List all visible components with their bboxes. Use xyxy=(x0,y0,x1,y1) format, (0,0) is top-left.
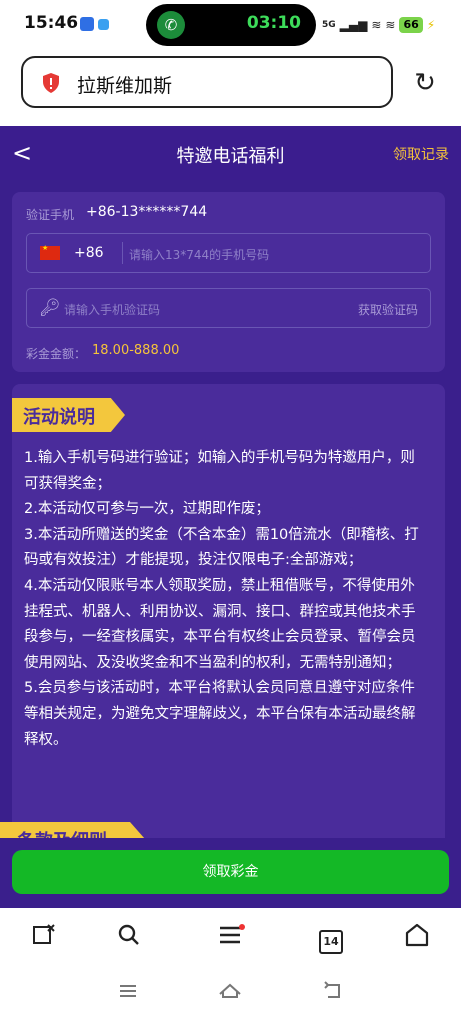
page-title: 特邀电话福利 xyxy=(176,146,285,167)
address-bar[interactable]: 拉斯维加斯 xyxy=(21,56,393,108)
activity-heading: 活动说明 xyxy=(23,407,95,428)
recent-apps-icon[interactable] xyxy=(113,980,143,1010)
phone-placeholder: 请输入13*744的手机号码 xyxy=(129,248,270,262)
app-notification-icon xyxy=(80,17,94,31)
tabs-button[interactable]: 14 xyxy=(314,922,348,956)
web-page: < 特邀电话福利 领取记录 验证手机 +86-13******744 +86 请… xyxy=(0,126,461,908)
activity-ribbon: 活动说明 xyxy=(12,398,125,432)
call-timer: 03:10 xyxy=(246,13,301,33)
reload-icon[interactable]: ↻ xyxy=(410,68,440,98)
rule-item: 3.本活动所赠送的奖金（不含本金）需10倍流水（即稽核、打码或有效投注）才能提现… xyxy=(24,526,419,569)
china-flag-icon xyxy=(40,244,60,260)
back-nav-icon[interactable] xyxy=(318,980,348,1010)
key-icon: 🔑︎ xyxy=(39,298,61,318)
activity-rules: 1.输入手机号码进行验证；如输入的手机号码为特邀用户，则可获得奖金； 2.本活动… xyxy=(24,446,424,753)
status-icons: 5G ▂▄▆ ≋ ≋ 66 ⚡ xyxy=(322,14,435,36)
wifi-icon: ≋ xyxy=(371,18,382,32)
battery-icon: 66 xyxy=(399,17,423,33)
system-nav-bar xyxy=(0,970,461,1024)
status-time: 15:46 xyxy=(24,13,79,33)
search-icon[interactable] xyxy=(112,922,146,956)
status-bar: 15:46 ✆ 03:10 5G ▂▄▆ ≋ ≋ 66 ⚡ xyxy=(0,0,461,52)
bonus-range: 18.00-888.00 xyxy=(92,343,180,358)
page-header: < 特邀电话福利 领取记录 xyxy=(0,126,461,180)
call-pill[interactable]: ✆ 03:10 xyxy=(146,4,316,46)
browser-toolbar: 14 xyxy=(0,908,461,970)
home-icon[interactable] xyxy=(400,922,434,956)
phone-icon: ✆ xyxy=(157,11,185,39)
shield-alert-icon xyxy=(43,73,59,93)
address-text: 拉斯维加斯 xyxy=(77,75,173,97)
phone-input[interactable]: +86 请输入13*744的手机号码 xyxy=(26,233,431,273)
menu-icon[interactable] xyxy=(213,922,247,956)
rule-item: 4.本活动仅限账号本人领取奖励，禁止租借账号，不得使用外挂程式、机器人、利用协议… xyxy=(24,577,416,671)
app-notification-icon xyxy=(98,19,109,30)
tab-count: 14 xyxy=(319,930,343,954)
verify-card: 验证手机 +86-13******744 +86 请输入13*744的手机号码 … xyxy=(12,192,445,372)
verification-code-input[interactable]: 🔑︎ 请输入手机验证码 获取验证码 xyxy=(26,288,431,328)
rule-item: 1.输入手机号码进行验证；如输入的手机号码为特邀用户，则可获得奖金； xyxy=(24,450,415,492)
home-nav-icon[interactable] xyxy=(215,980,245,1010)
code-placeholder: 请输入手机验证码 xyxy=(64,303,161,317)
claim-bonus-button[interactable]: 领取彩金 xyxy=(12,850,449,894)
network-label: 5G xyxy=(322,20,336,30)
verify-phone-number: +86-13******744 xyxy=(86,204,208,220)
signal-icon: ▂▄▆ xyxy=(339,18,368,32)
verify-phone-label: 验证手机 xyxy=(26,208,75,222)
activity-card: 活动说明 1.输入手机号码进行验证；如输入的手机号码为特邀用户，则可获得奖金； … xyxy=(12,384,445,854)
bonus-label: 彩金金额： xyxy=(26,347,87,361)
records-link[interactable]: 领取记录 xyxy=(393,144,449,164)
close-tab-icon[interactable] xyxy=(27,922,61,956)
wifi-icon: ≋ xyxy=(385,18,396,32)
get-code-button[interactable]: 获取验证码 xyxy=(358,301,418,318)
notification-dot xyxy=(239,924,245,930)
rule-item: 2.本活动仅可参与一次，过期即作废； xyxy=(24,501,270,518)
country-code[interactable]: +86 xyxy=(74,245,104,261)
charging-icon: ⚡ xyxy=(426,18,436,32)
divider xyxy=(122,242,123,264)
rule-item: 5.会员参与该活动时，本平台将默认会员同意且遵守对应条件等相关规定，为避免文字理… xyxy=(24,680,416,748)
